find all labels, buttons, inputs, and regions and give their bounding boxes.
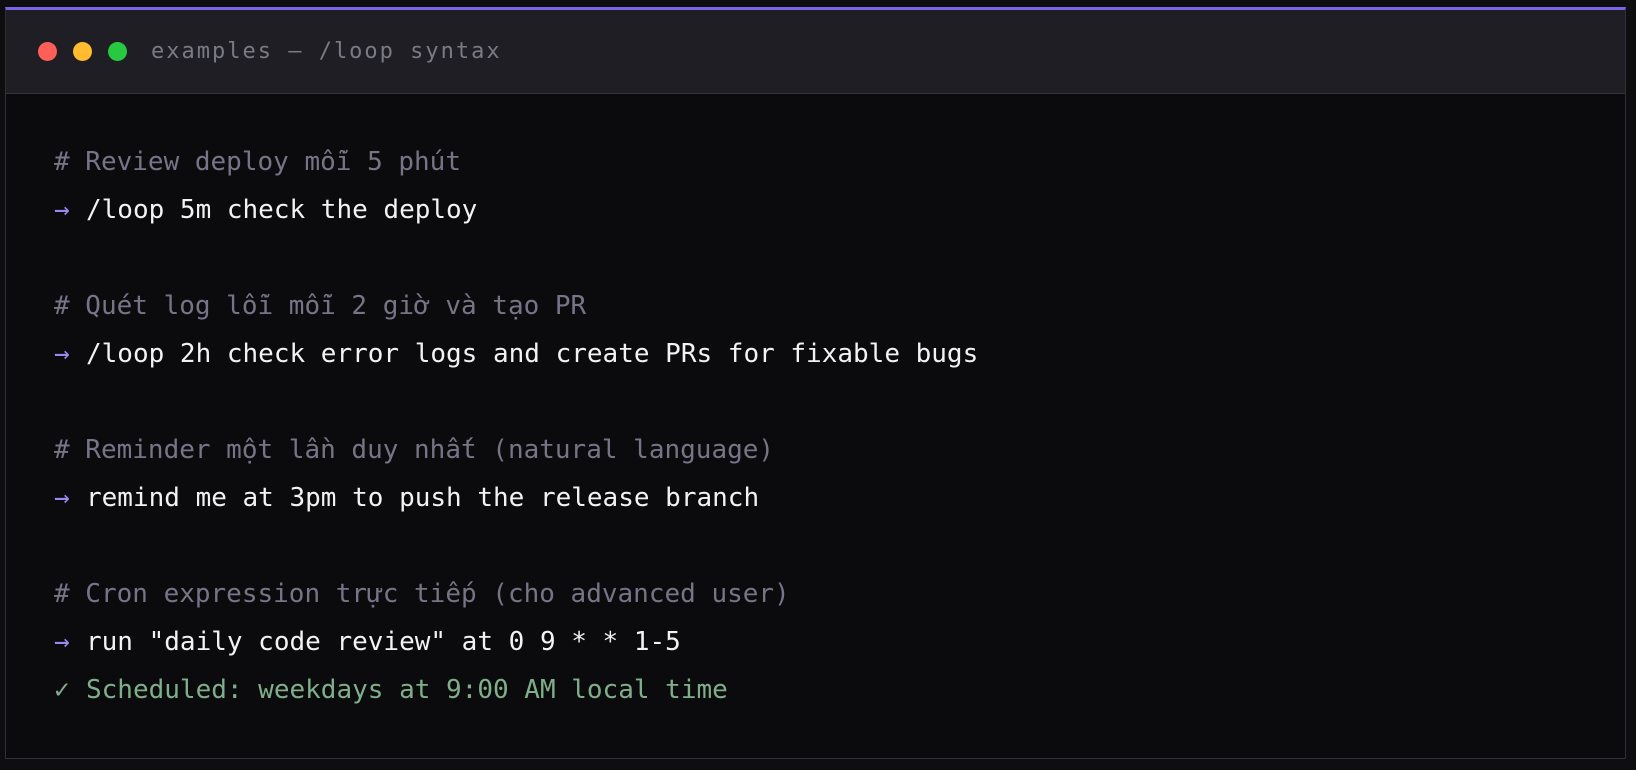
close-button[interactable]	[38, 42, 57, 61]
arrow-icon: →	[54, 195, 70, 225]
result-line: ✓ Scheduled: weekdays at 9:00 AM local ti…	[54, 666, 1625, 714]
comment-line: # Reminder một lần duy nhất (natural lan…	[54, 435, 775, 465]
arrow-icon: →	[54, 483, 70, 513]
command-line: → remind me at 3pm to push the release br…	[54, 474, 1625, 522]
checkmark-icon: ✓	[54, 675, 70, 705]
window-title: examples — /loop syntax	[151, 39, 502, 64]
comment-line: # Quét log lỗi mỗi 2 giờ và tạo PR	[54, 291, 587, 321]
maximize-button[interactable]	[108, 42, 127, 61]
command-text: remind me at 3pm to push the release bra…	[86, 483, 760, 513]
command-line: → run "daily code review" at 0 9 * * 1-5	[54, 618, 1625, 666]
terminal-window: examples — /loop syntax # Review deploy …	[5, 7, 1626, 759]
command-text: run "daily code review" at 0 9 * * 1-5	[86, 627, 681, 657]
comment-line: # Cron expression trực tiếp (cho advance…	[54, 579, 790, 609]
arrow-icon: →	[54, 339, 70, 369]
command-line: → /loop 5m check the deploy	[54, 186, 1625, 234]
terminal-content: # Review deploy mỗi 5 phút → /loop 5m che…	[6, 94, 1625, 714]
title-bar: examples — /loop syntax	[6, 10, 1625, 94]
result-text: Scheduled: weekdays at 9:00 AM local tim…	[86, 675, 728, 705]
command-text: /loop 2h check error logs and create PRs…	[86, 339, 979, 369]
command-text: /loop 5m check the deploy	[86, 195, 478, 225]
comment-line: # Review deploy mỗi 5 phút	[54, 147, 461, 177]
arrow-icon: →	[54, 627, 70, 657]
minimize-button[interactable]	[73, 42, 92, 61]
command-line: → /loop 2h check error logs and create PR…	[54, 330, 1625, 378]
